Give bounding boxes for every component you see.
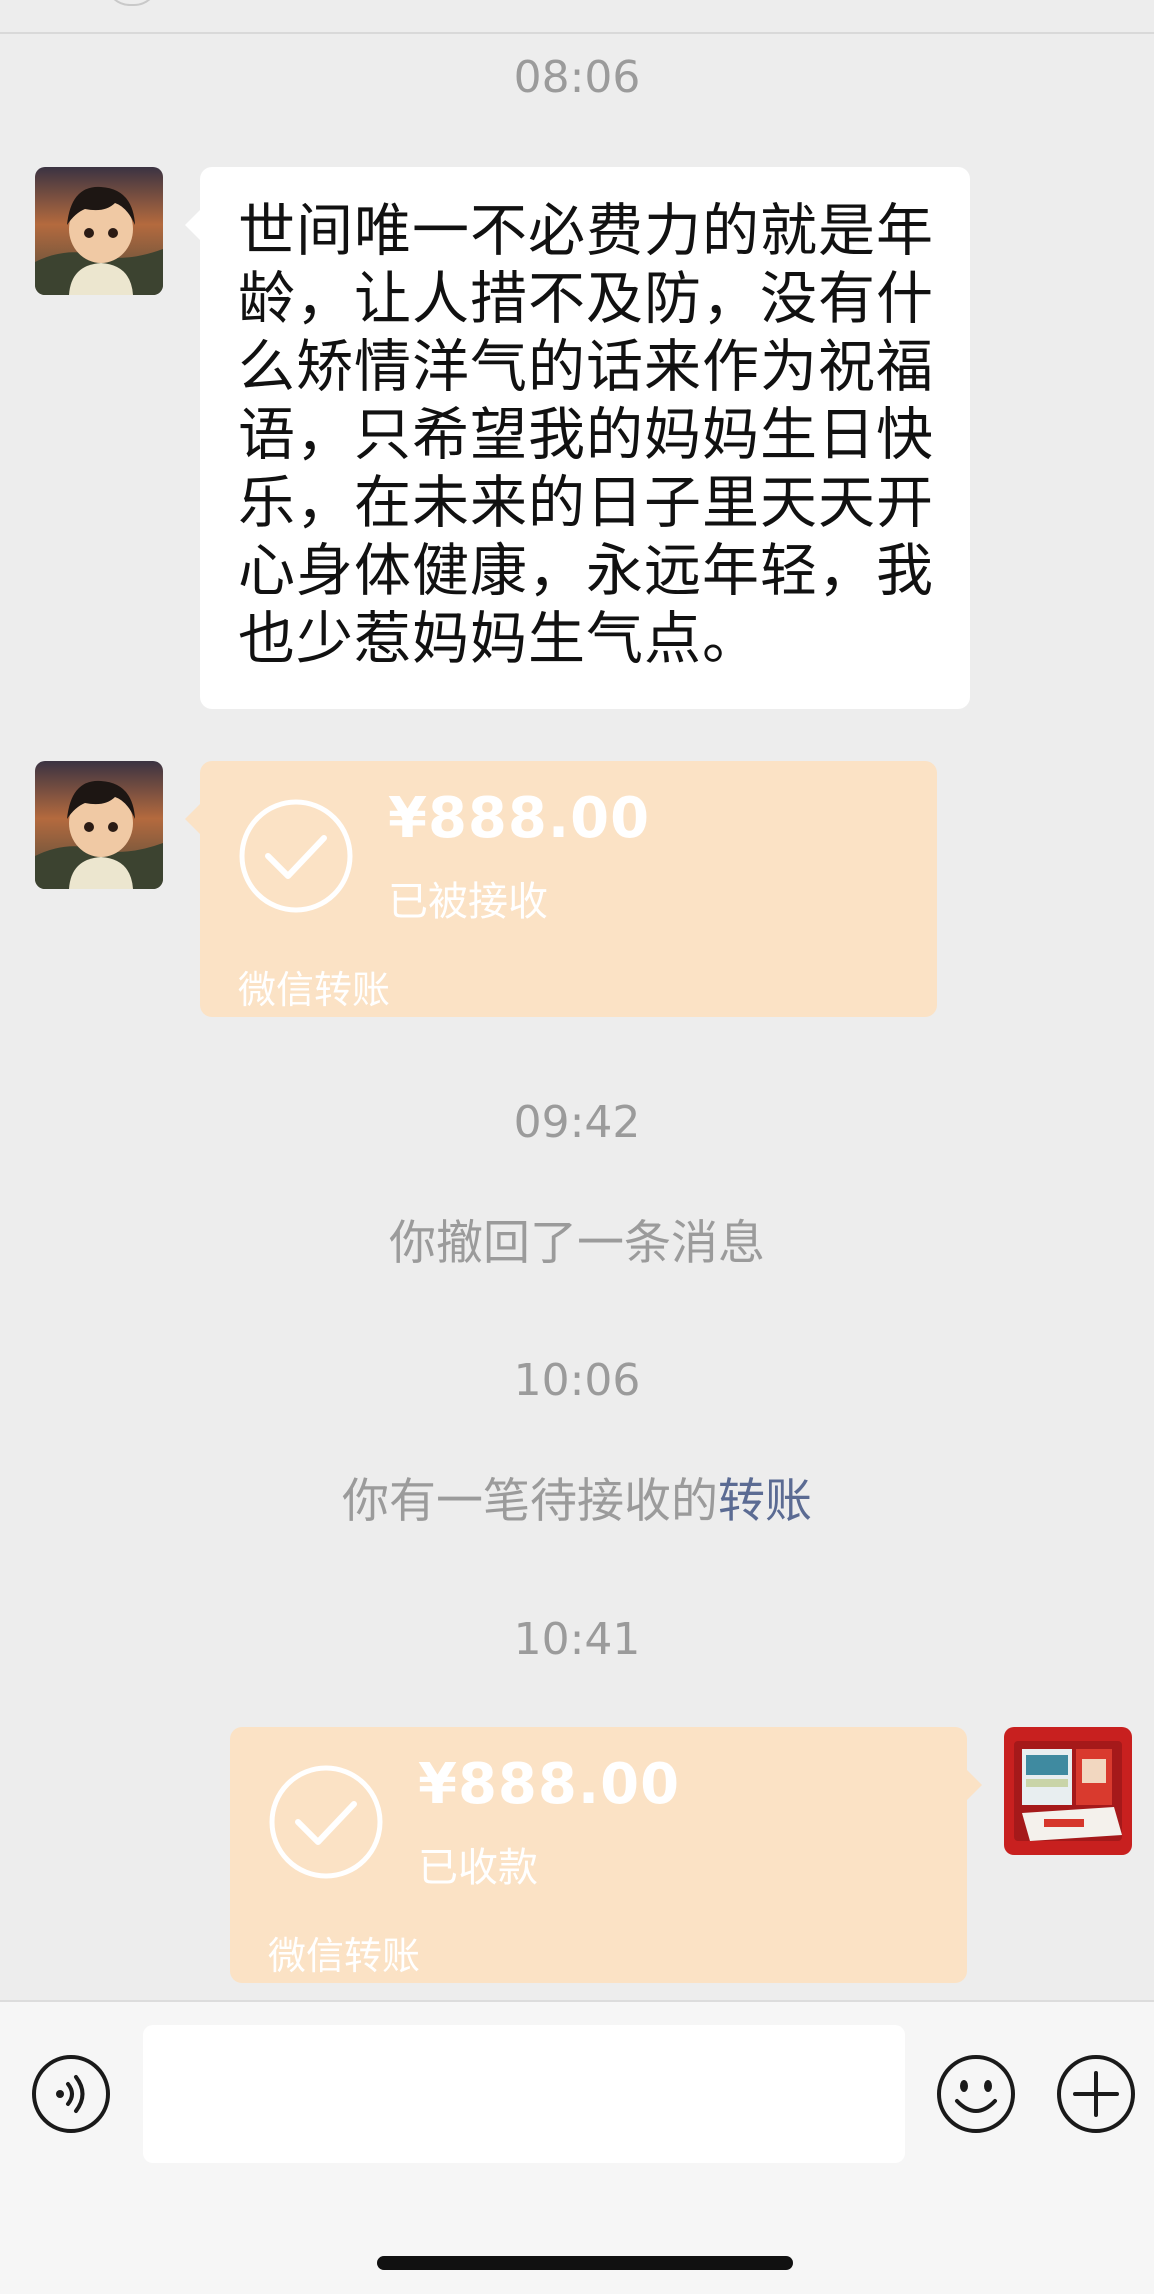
top-partial-element — [105, 0, 159, 6]
check-circle-icon — [239, 799, 353, 913]
input-bar-divider — [0, 2000, 1154, 2002]
transfer-card-collected[interactable]: ¥888.00 已收款 微信转账 — [230, 1727, 982, 1983]
header-divider — [0, 32, 1154, 34]
transfer-amount: ¥888.00 — [418, 1752, 681, 1817]
message-input[interactable] — [143, 2025, 905, 2163]
transfer-status: 已被接收 — [388, 879, 548, 925]
pending-notice-text: 你有一笔待接收的 — [342, 1474, 718, 1529]
check-circle-icon — [269, 1765, 383, 1879]
contact-avatar[interactable] — [35, 761, 163, 889]
recall-notice: 你撤回了一条消息 — [389, 1216, 765, 1271]
my-avatar[interactable] — [1004, 1727, 1132, 1855]
timestamp: 10:06 — [513, 1355, 641, 1406]
transfer-amount: ¥888.00 — [388, 786, 651, 851]
transfer-link[interactable]: 转账 — [718, 1474, 812, 1529]
transfer-status: 已收款 — [418, 1845, 538, 1891]
transfer-footer: 微信转账 — [268, 1934, 421, 1978]
voice-icon[interactable] — [30, 2053, 112, 2135]
home-indicator — [377, 2256, 793, 2270]
timestamp: 10:41 — [513, 1614, 641, 1665]
pending-transfer-notice: 你有一笔待接收的转账 — [0, 1462, 1154, 1531]
transfer-footer: 微信转账 — [238, 968, 391, 1012]
message-text: 世间唯一不必费力的就是年龄，让人措不及防，没有什么矫情洋气的话来作为祝福语，只希… — [238, 198, 934, 672]
timestamp: 08:06 — [513, 52, 641, 103]
contact-avatar[interactable] — [35, 167, 163, 295]
plus-icon[interactable] — [1055, 2053, 1137, 2135]
text-message-bubble[interactable]: 世间唯一不必费力的就是年龄，让人措不及防，没有什么矫情洋气的话来作为祝福语，只希… — [185, 167, 970, 709]
timestamp: 09:42 — [513, 1097, 641, 1148]
transfer-card-received[interactable]: ¥888.00 已被接收 微信转账 — [185, 761, 937, 1017]
emoji-icon[interactable] — [935, 2053, 1017, 2135]
